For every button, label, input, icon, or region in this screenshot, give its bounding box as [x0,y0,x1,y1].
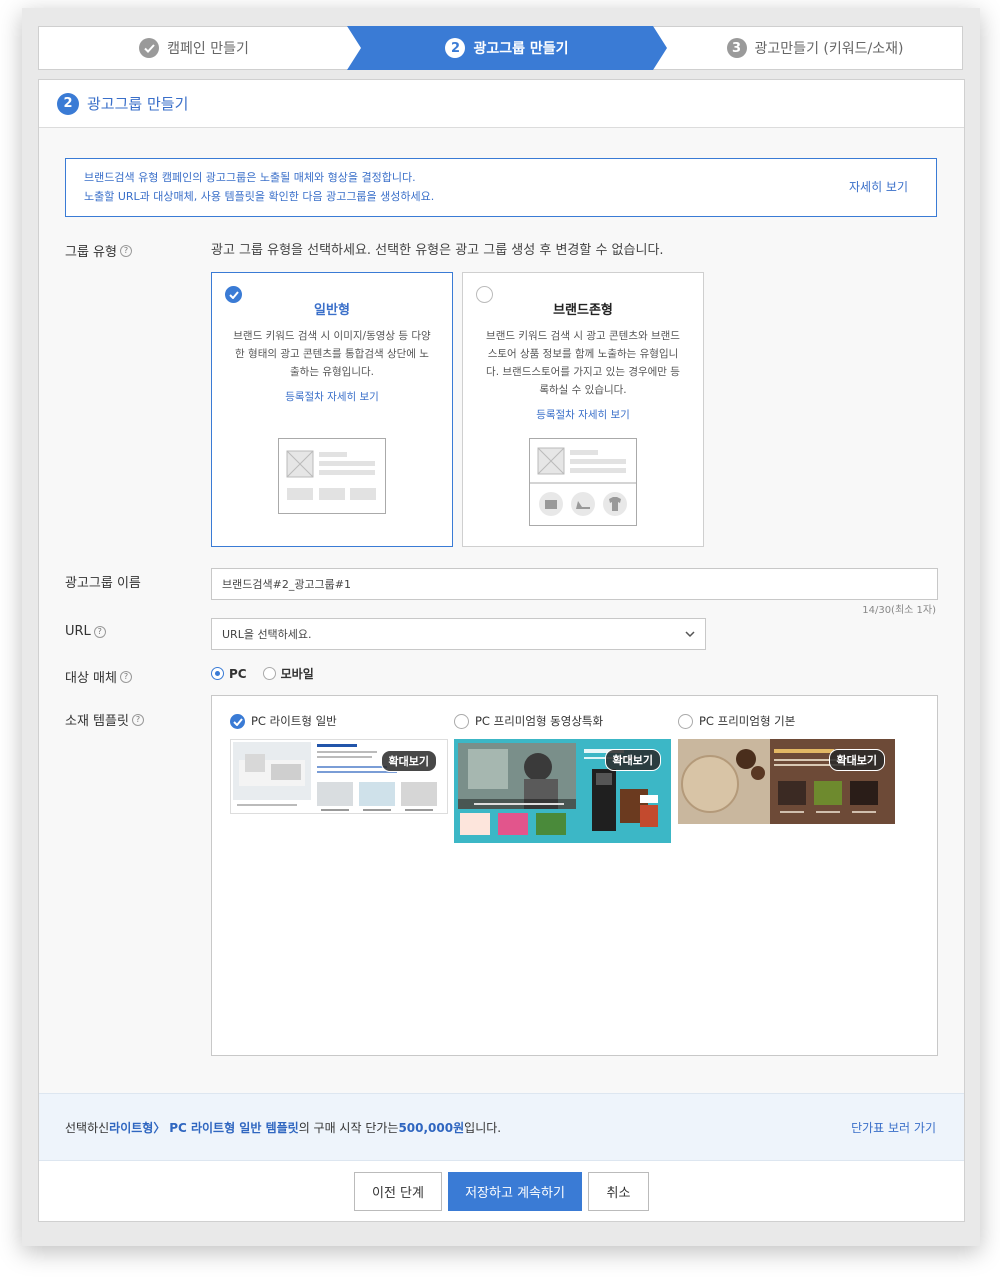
check-icon [139,38,160,58]
url-select[interactable]: URL을 선택하세요. [211,618,706,650]
selected-type: 라이트형 [109,1120,154,1135]
adgroup-name-input[interactable]: 브랜드검색#2_광고그룹#1 [211,568,938,600]
url-select-placeholder: URL을 선택하세요. [222,628,312,641]
notice-more-link[interactable]: 자세히 보기 [849,178,908,197]
card-detail-link[interactable]: 등록절차 자세히 보기 [212,389,452,404]
help-icon[interactable]: ? [131,713,144,726]
start-price: 500,000원 [398,1120,465,1135]
breadcrumb-separator: 〉 [153,1120,166,1135]
selected-template: PC 라이트형 일반 템플릿 [169,1120,299,1135]
step-progress: 캠페인 만들기 2 광고그룹 만들기 3 광고만들기 (키워드/소재) [38,26,963,70]
media-radio-group: PC 모바일 [211,665,314,682]
template-item-premium-basic[interactable]: PC 프리미엄형 기본 확대보기 [678,712,895,824]
media-option-label: 모바일 [280,667,314,681]
media-option-label: PC [229,666,247,681]
price-info-mid: 의 구매 시작 단가는 [298,1120,399,1135]
chevron-down-icon [685,631,695,638]
step-number: 2 [445,38,466,58]
step-campaign[interactable]: 캠페인 만들기 [39,27,349,69]
step-ad[interactable]: 3 광고만들기 (키워드/소재) [667,27,963,69]
price-info-bar: 선택하신 라이트형 〉 PC 라이트형 일반 템플릿 의 구매 시작 단가는 5… [39,1093,964,1161]
card-title: 일반형 [314,303,350,318]
char-counter: 14/30(최소 1자) [862,605,936,616]
media-radio-pc[interactable] [211,667,224,680]
save-continue-button[interactable]: 저장하고 계속하기 [448,1171,582,1211]
adgroup-name-label: 광고그룹 이름 [65,576,141,591]
template-option-label: PC 프리미엄형 동영상특화 [475,714,604,728]
template-option-label: PC 라이트형 일반 [251,714,337,728]
media-label: 대상 매체 ? [65,667,132,686]
template-label-text: 소재 템플릿 [65,714,129,729]
zoom-button[interactable]: 확대보기 [604,749,661,771]
url-label: URL ? [65,624,106,639]
url-label-text: URL [65,624,91,639]
adgroup-panel: 2 광고그룹 만들기 브랜드검색 유형 캠페인의 광고그룹은 노출될 매체와 형… [38,79,965,1222]
radio-icon[interactable] [678,713,693,729]
zoom-button[interactable]: 확대보기 [380,750,437,772]
group-type-card-brandzone[interactable]: 브랜드존형 브랜드 키워드 검색 시 광고 콘텐츠와 브랜드스토어 상품 정보를… [462,272,704,547]
template-option: PC 프리미엄형 동영상특화 [454,712,671,730]
notice-line: 노출할 URL과 대상매체, 사용 템플릿을 확인한 다음 광고그룹을 생성하세… [84,190,435,203]
template-thumbnail[interactable]: 확대보기 [230,739,448,814]
help-icon[interactable]: ? [93,625,106,638]
template-label: 소재 템플릿 ? [65,710,144,729]
template-selection-box: PC 라이트형 일반 확대보기 PC 프리미엄형 동영상특화 확대보기 PC 프… [211,695,938,1056]
zoom-button[interactable]: 확대보기 [828,749,885,771]
media-label-text: 대상 매체 [65,671,117,686]
template-option: PC 프리미엄형 기본 [678,712,895,730]
step-label: 캠페인 만들기 [167,41,249,57]
panel-header: 2 광고그룹 만들기 [39,80,964,128]
template-item-premium-video[interactable]: PC 프리미엄형 동영상특화 확대보기 [454,712,671,843]
group-type-card-general[interactable]: 일반형 브랜드 키워드 검색 시 이미지/동영상 등 다양한 형태의 광고 콘텐… [211,272,453,547]
selected-check-icon[interactable] [230,713,245,729]
help-icon[interactable]: ? [119,670,132,683]
card-description: 브랜드 키워드 검색 시 이미지/동영상 등 다양한 형태의 광고 콘텐츠를 통… [233,330,431,378]
page-title: 광고그룹 만들기 [87,95,189,113]
price-table-link[interactable]: 단가표 보러 가기 [851,1119,936,1136]
group-type-label: 그룹 유형 ? [65,241,132,260]
price-info-prefix: 선택하신 [65,1120,110,1135]
step-number-badge: 2 [57,92,79,115]
brandzone-layout-illustration [529,438,637,526]
card-description: 브랜드 키워드 검색 시 광고 콘텐츠와 브랜드스토어 상품 정보를 함께 노출… [486,330,680,396]
template-option: PC 라이트형 일반 [230,712,448,730]
media-radio-mobile[interactable] [262,667,276,680]
info-notice: 브랜드검색 유형 캠페인의 광고그룹은 노출될 매체와 형상을 결정합니다. 노… [65,158,937,217]
general-layout-illustration [278,438,386,514]
action-buttons: 이전 단계 저장하고 계속하기 취소 [39,1161,964,1221]
step-adgroup[interactable]: 2 광고그룹 만들기 [347,27,667,69]
group-type-hint: 광고 그룹 유형을 선택하세요. 선택한 유형은 광고 그룹 생성 후 변경할 … [211,243,664,258]
step-label: 광고그룹 만들기 [473,41,569,57]
notice-line: 브랜드검색 유형 캠페인의 광고그룹은 노출될 매체와 형상을 결정합니다. [84,171,416,184]
cancel-button[interactable]: 취소 [588,1171,649,1211]
help-icon[interactable]: ? [119,244,132,257]
template-thumbnail[interactable]: 확대보기 [454,739,671,843]
price-info-suffix: 입니다. [464,1120,502,1135]
radio-icon[interactable] [454,713,469,729]
template-option-label: PC 프리미엄형 기본 [699,714,796,728]
selected-check-icon [225,286,242,303]
form-content: 브랜드검색 유형 캠페인의 광고그룹은 노출될 매체와 형상을 결정합니다. 노… [39,128,964,1093]
card-detail-link[interactable]: 등록절차 자세히 보기 [463,407,703,422]
template-item-light[interactable]: PC 라이트형 일반 확대보기 [230,712,448,814]
unselected-radio-icon [476,286,493,303]
step-number: 3 [726,38,747,58]
card-title: 브랜드존형 [553,303,613,318]
group-type-label-text: 그룹 유형 [65,245,117,260]
template-thumbnail[interactable]: 확대보기 [678,739,895,824]
step-label: 광고만들기 (키워드/소재) [754,41,904,57]
prev-step-button[interactable]: 이전 단계 [354,1171,442,1211]
